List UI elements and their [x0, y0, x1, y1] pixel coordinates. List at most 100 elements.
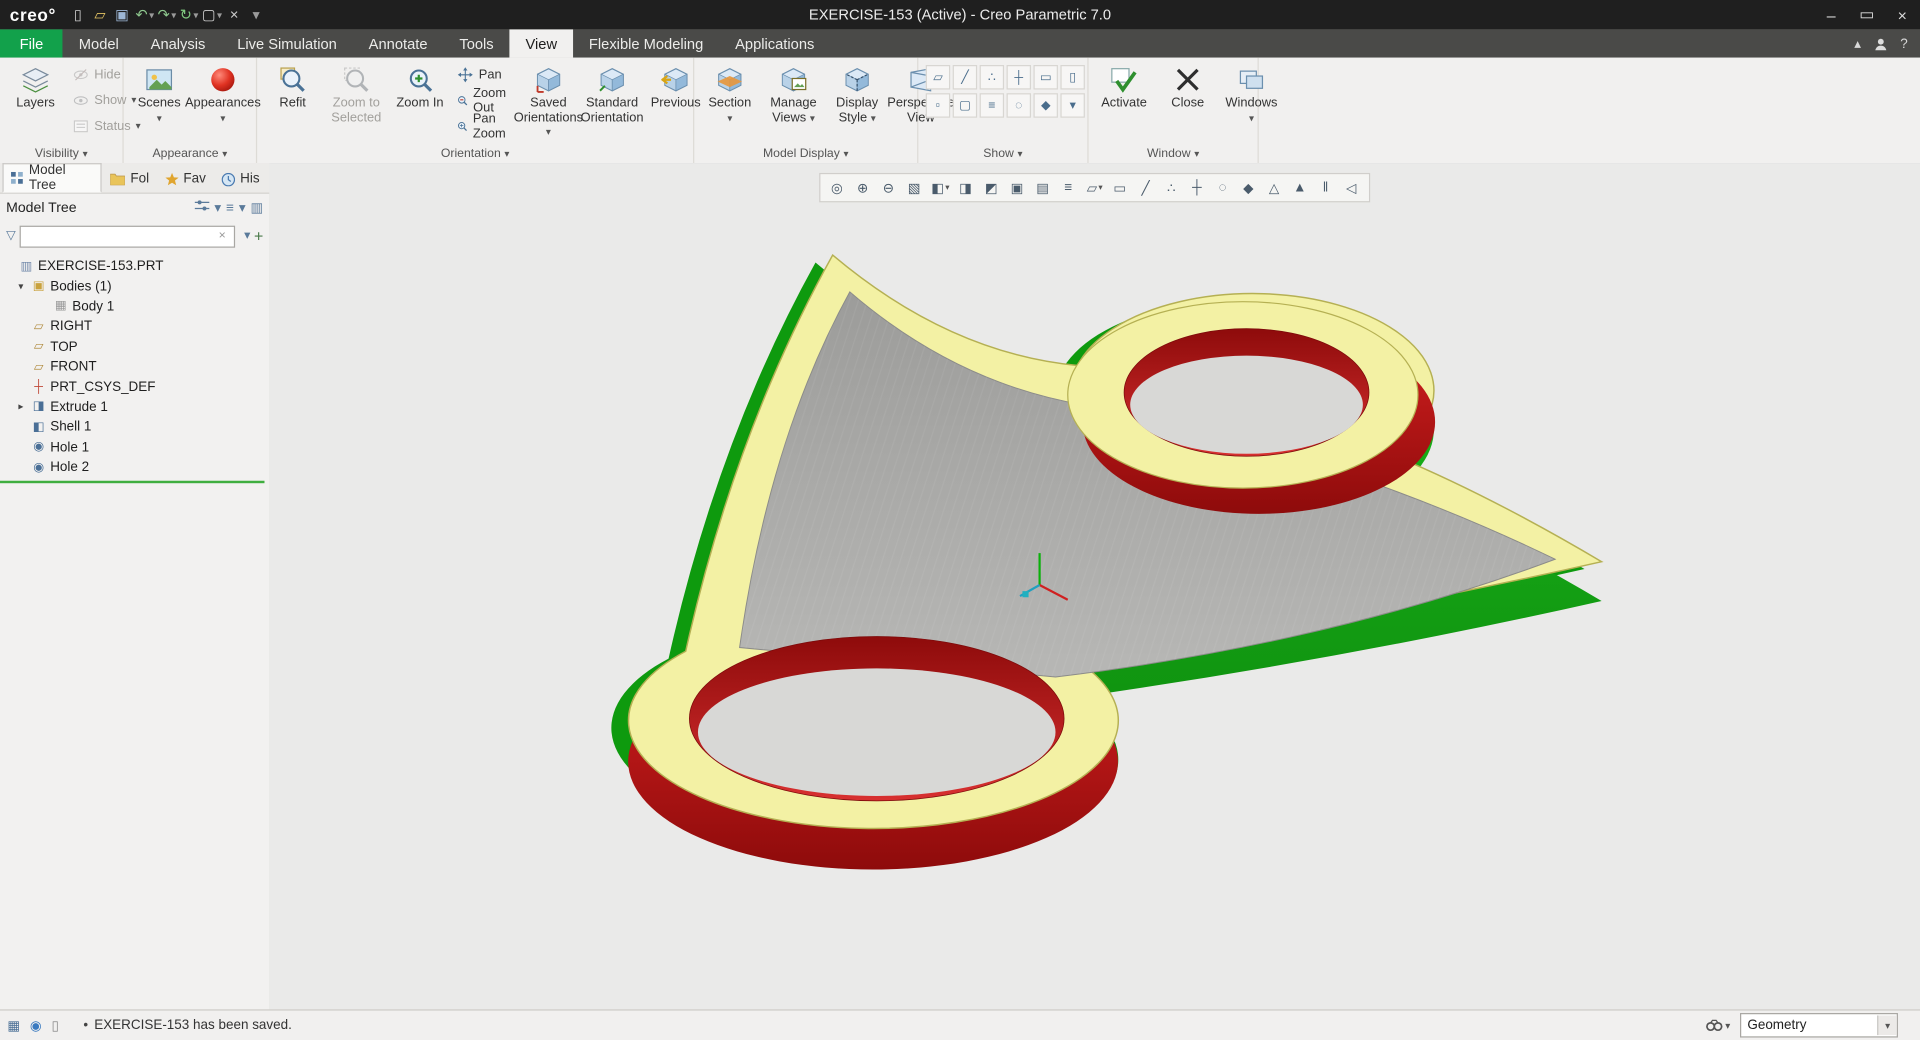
tree-insert-locator[interactable]: [0, 481, 265, 484]
exit-icon[interactable]: ◁: [1340, 177, 1364, 199]
appearances-button[interactable]: Appearances ▾: [185, 61, 261, 126]
tab-annotate[interactable]: Annotate: [353, 29, 444, 57]
tree-item[interactable]: ◧ Shell 1: [0, 417, 269, 437]
find-icon[interactable]: ▾: [1706, 1018, 1730, 1033]
pan-zoom-button[interactable]: Pan Zoom: [453, 111, 515, 140]
show-more-icon[interactable]: ▾: [1060, 93, 1085, 118]
tree-expander-icon[interactable]: ▸: [15, 402, 27, 413]
refit-button[interactable]: Refit: [262, 61, 323, 112]
spin-center-icon[interactable]: ◌: [1006, 93, 1032, 118]
group-label-show[interactable]: Show ▾: [918, 143, 1087, 163]
pan-button[interactable]: Pan: [453, 64, 515, 85]
annotation-display-icon[interactable]: ≡: [1057, 177, 1081, 199]
undo-icon[interactable]: ↶ ▾: [134, 2, 155, 27]
tree-columns-icon[interactable]: ▥: [251, 200, 264, 216]
datum-point-display-icon[interactable]: ∴: [979, 65, 1005, 90]
tab-tools[interactable]: Tools: [443, 29, 509, 57]
filter-funnel-icon[interactable]: ▽: [6, 229, 15, 242]
tree-settings-icon[interactable]: [194, 200, 210, 216]
points-display-icon[interactable]: ∴: [1160, 177, 1184, 199]
refit-icon[interactable]: ◎: [825, 177, 849, 199]
tab-analysis[interactable]: Analysis: [135, 29, 222, 57]
zoom-out-button[interactable]: Zoom Out: [453, 85, 515, 115]
point-tag-display-icon[interactable]: ▫: [925, 93, 951, 118]
model-small-hole-interior[interactable]: [1130, 355, 1363, 454]
tree-item[interactable]: ▾ ▣ Bodies (1): [0, 276, 269, 296]
window-settings-icon[interactable]: ▢ ▾: [201, 2, 223, 27]
graphics-area[interactable]: ◎ ⊕ ⊖ ▧ ◧ ▾ ◨ ◩ ▣ ▤ ≡ ▱ ▾ ▭ ╱ ∴ ┼ ◌ ◆ △ …: [269, 163, 1920, 1011]
datum-plane-display-icon[interactable]: ▱: [925, 65, 951, 90]
tree-item[interactable]: ▱ RIGHT: [0, 317, 269, 337]
model-tree-tab[interactable]: Model Tree: [2, 163, 103, 193]
scenes-button[interactable]: Scenes ▾: [129, 61, 190, 126]
simulation-display-icon[interactable]: ▲: [1288, 177, 1312, 199]
tree-item[interactable]: ▦ Body 1: [0, 297, 269, 317]
selection-filter-caret-icon[interactable]: ▾: [1877, 1015, 1897, 1036]
repaint-icon[interactable]: ▧: [902, 177, 926, 199]
status-page-icon[interactable]: ▯: [51, 1017, 58, 1034]
group-label-visibility[interactable]: Visibility ▾: [0, 143, 122, 163]
maximize-button[interactable]: ▭: [1849, 0, 1885, 29]
status-tree-toggle-icon[interactable]: ▦: [7, 1017, 20, 1034]
filter-add-icon[interactable]: +: [254, 227, 263, 245]
section-button[interactable]: Section ▾: [699, 61, 760, 126]
ribbon-collapse-icon[interactable]: ▴: [1854, 36, 1861, 52]
hidden-line-icon[interactable]: ▭: [1108, 177, 1132, 199]
tree-item[interactable]: ◉ Hole 1: [0, 437, 269, 457]
datum-axis-display-icon[interactable]: ╱: [952, 65, 978, 90]
manage-views-button[interactable]: Manage Views ▾: [763, 61, 824, 126]
tab-live-simulation[interactable]: Live Simulation: [221, 29, 352, 57]
tree-list-icon[interactable]: ≡: [226, 201, 234, 216]
redo-icon[interactable]: ↷ ▾: [156, 2, 177, 27]
enhanced-realism-icon[interactable]: ◩: [980, 177, 1004, 199]
standard-orientation-button[interactable]: Standard Orientation: [581, 61, 644, 126]
tree-item[interactable]: ▸ ◨ Extrude 1: [0, 397, 269, 417]
group-label-orientation[interactable]: Orientation ▾: [257, 143, 693, 163]
close-window-icon[interactable]: ×: [224, 2, 245, 27]
shading-style-icon[interactable]: ◧ ▾: [928, 177, 952, 199]
tree-item[interactable]: ┼ PRT_CSYS_DEF: [0, 377, 269, 397]
zoom-in-icon[interactable]: ⊕: [851, 177, 875, 199]
3d-dragger-icon[interactable]: ◆: [1033, 93, 1058, 118]
csys-display-icon[interactable]: ┼: [1185, 177, 1209, 199]
filter-caret-icon[interactable]: ▾: [244, 229, 250, 242]
group-label-appearance[interactable]: Appearance ▾: [124, 143, 256, 163]
save-icon[interactable]: ▣: [112, 2, 133, 27]
tree-filter-input[interactable]: [19, 225, 235, 248]
tree-settings-caret-icon[interactable]: ▾: [214, 200, 221, 216]
tab-model[interactable]: Model: [63, 29, 135, 57]
web-browser-icon[interactable]: ◉: [30, 1017, 42, 1034]
zoom-in-button[interactable]: Zoom In: [389, 61, 450, 112]
tree-item[interactable]: ▱ TOP: [0, 337, 269, 357]
close-button[interactable]: Close: [1157, 61, 1218, 112]
account-icon[interactable]: [1873, 36, 1888, 51]
tree-expander-icon[interactable]: ▾: [15, 281, 27, 292]
pause-icon[interactable]: ‖: [1314, 177, 1338, 199]
group-label-window[interactable]: Window ▾: [1089, 143, 1258, 163]
view-manager-icon[interactable]: ▤: [1031, 177, 1055, 199]
datum-display-filters-icon[interactable]: ▱ ▾: [1082, 177, 1106, 199]
tree-item[interactable]: ◉ Hole 2: [0, 457, 269, 477]
transparent-display-icon[interactable]: ◨: [954, 177, 978, 199]
axes-display-icon[interactable]: ╱: [1134, 177, 1158, 199]
saved-orientations-button[interactable]: Saved Orientations ▾: [514, 61, 583, 140]
tab-flexible-modeling[interactable]: Flexible Modeling: [573, 29, 719, 57]
display-style-button[interactable]: Display Style ▾: [827, 61, 888, 126]
zoom-out-icon[interactable]: ⊖: [877, 177, 901, 199]
plane-tag-display-icon[interactable]: ▭: [1033, 65, 1058, 90]
customize-toolbar-icon[interactable]: ▾: [246, 2, 267, 27]
annotation-display-icon[interactable]: ≡: [979, 93, 1005, 118]
group-label-model-display[interactable]: Model Display ▾: [694, 143, 917, 163]
tree-item[interactable]: ▱ FRONT: [0, 357, 269, 377]
tab-applications[interactable]: Applications: [719, 29, 830, 57]
folder-browser-tab[interactable]: Fol: [103, 166, 156, 193]
new-file-icon[interactable]: ▯: [68, 2, 89, 27]
close-button[interactable]: ×: [1884, 0, 1920, 29]
layers-button[interactable]: Layers: [5, 61, 66, 112]
favorites-tab[interactable]: Fav: [158, 166, 214, 193]
tab-view[interactable]: View: [509, 29, 574, 58]
csys-tag-display-icon[interactable]: ▢: [952, 93, 978, 118]
model-viewport[interactable]: [269, 163, 1920, 1010]
spin-center-icon[interactable]: ◌: [1211, 177, 1235, 199]
saved-orientations-icon[interactable]: ▣: [1005, 177, 1029, 199]
